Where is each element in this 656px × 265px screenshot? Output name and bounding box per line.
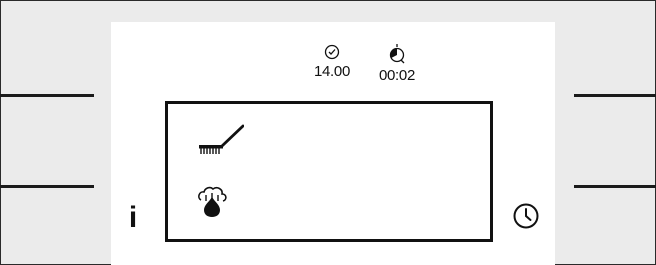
clock-status: 14.00 xyxy=(302,44,362,80)
info-label: i xyxy=(128,201,138,234)
clock-icon xyxy=(513,203,539,229)
info-button[interactable]: i xyxy=(122,200,144,236)
timer-status: 00:02 xyxy=(367,44,427,84)
right-divider-top xyxy=(574,94,656,97)
clock-button[interactable] xyxy=(512,202,540,230)
brush-icon xyxy=(199,124,244,154)
program-display xyxy=(165,101,493,242)
time-value: 14.00 xyxy=(313,63,351,80)
right-divider-bottom xyxy=(574,185,656,188)
steam-icon xyxy=(198,186,227,217)
clock-icon xyxy=(324,44,340,60)
remaining-value: 00:02 xyxy=(378,67,416,84)
left-divider-top xyxy=(0,94,94,97)
timer-icon xyxy=(389,44,405,64)
left-divider-bottom xyxy=(0,185,94,188)
